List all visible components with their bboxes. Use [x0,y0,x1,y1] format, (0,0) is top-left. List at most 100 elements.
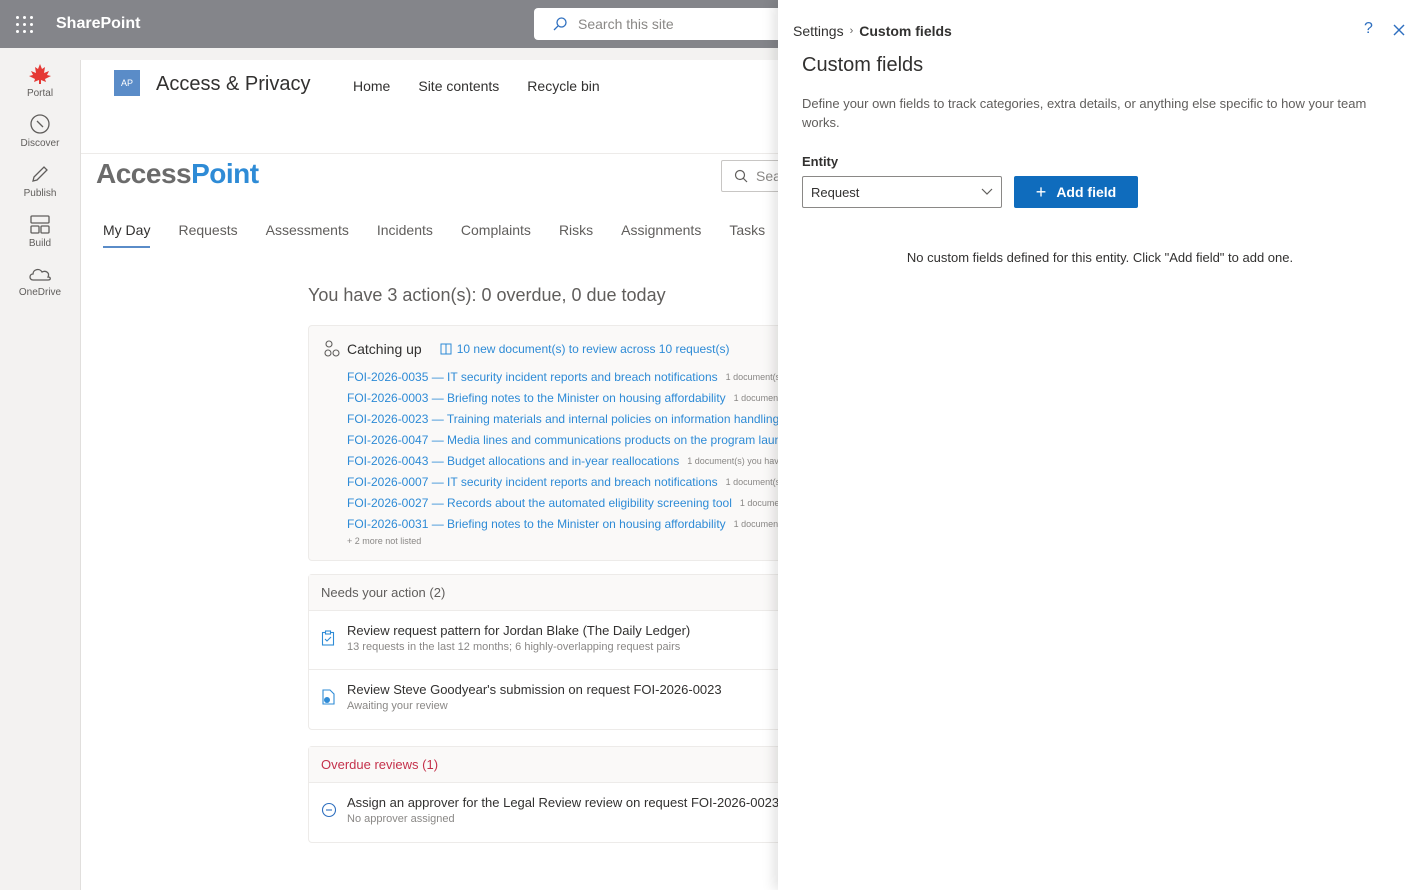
overdue-title: Assign an approver for the Legal Review … [347,795,780,810]
list-item[interactable]: FOI-2026-0027 — Records about the automa… [347,492,787,513]
action-item[interactable]: Review Steve Goodyear's submission on re… [309,670,787,729]
overdue-reviews-card: Overdue reviews (1) Assign an approver f… [308,746,788,843]
entity-select-value: Request [811,184,860,200]
plus-icon: + [1035,181,1047,202]
catching-up-icon [324,340,340,357]
catching-up-card: Catching up 10 new document(s) to review… [308,325,788,561]
cloud-icon [29,268,51,281]
request-link[interactable]: FOI-2026-0031 — Briefing notes to the Mi… [347,517,726,531]
add-field-button[interactable]: + Add field [1014,176,1138,208]
rail-label: Discover [20,138,60,149]
document-count: 1 document(s) [725,476,784,487]
module-tabs: My Day Requests Assessments Incidents Co… [103,222,765,248]
rail-item-build[interactable]: Build [0,206,80,256]
list-item[interactable]: FOI-2026-0043 — Budget allocations and i… [347,450,787,471]
action-subtitle: Awaiting your review [347,700,448,712]
app-name[interactable]: SharePoint [56,15,140,33]
needs-action-title: Needs your action (2) [309,575,787,611]
panel-description: Define your own fields to track categori… [802,96,1367,130]
brand-part-b: Point [191,158,259,189]
settings-panel: Settings › Custom fields ? Custom fields… [778,0,1422,890]
tab-complaints[interactable]: Complaints [461,222,531,248]
document-count: 1 document(s) you have [687,455,784,466]
list-item[interactable]: FOI-2026-0031 — Briefing notes to the Mi… [347,513,787,534]
tab-my-day[interactable]: My Day [103,222,151,248]
list-item[interactable]: FOI-2026-0047 — Media lines and communic… [347,429,787,450]
tab-assignments[interactable]: Assignments [621,222,701,248]
search-placeholder: Search this site [578,16,674,32]
request-link[interactable]: FOI-2026-0047 — Media lines and communic… [347,433,787,447]
overdue-item[interactable]: Assign an approver for the Legal Review … [309,783,787,842]
tab-tasks[interactable]: Tasks [729,222,765,248]
request-link[interactable]: FOI-2026-0003 — Briefing notes to the Mi… [347,391,726,405]
request-link[interactable]: FOI-2026-0007 — IT security incident rep… [347,475,718,489]
chevron-down-icon [981,188,993,195]
build-icon [30,215,50,234]
tab-requests[interactable]: Requests [178,222,237,248]
document-count: 1 document(s) [725,371,784,382]
site-page: AP Access & Privacy Home Site contents R… [80,60,791,890]
myday-headline: You have 3 action(s): 0 overdue, 0 due t… [308,285,666,305]
site-name[interactable]: Access & Privacy [156,73,310,96]
add-field-label: Add field [1056,184,1117,200]
request-link[interactable]: FOI-2026-0043 — Budget allocations and i… [347,454,679,468]
minus-circle-icon [321,802,337,818]
list-item[interactable]: FOI-2026-0035 — IT security incident rep… [347,366,787,387]
breadcrumb: Settings › Custom fields [793,23,952,39]
breadcrumb-current: Custom fields [859,23,952,39]
search-icon [734,169,748,183]
rail-item-publish[interactable]: Publish [0,156,80,206]
catching-up-label: Catching up [347,341,422,357]
panel-title: Custom fields [802,54,924,76]
request-link[interactable]: FOI-2026-0023 — Training materials and i… [347,412,779,426]
tab-incidents[interactable]: Incidents [377,222,433,248]
list-item[interactable]: FOI-2026-0003 — Briefing notes to the Mi… [347,387,787,408]
site-logo[interactable]: AP [114,70,140,96]
tab-assessments[interactable]: Assessments [266,222,349,248]
tab-risks[interactable]: Risks [559,222,593,248]
catching-up-summary: 10 new document(s) to review across 10 r… [456,342,730,356]
book-icon [440,343,452,355]
request-link[interactable]: FOI-2026-0027 — Records about the automa… [347,496,732,510]
catching-up-summary-link[interactable]: 10 new document(s) to review across 10 r… [440,342,730,356]
clipboard-icon [321,630,335,646]
needs-action-card: Needs your action (2) Review request pat… [308,574,788,730]
rail-label: Portal [26,88,54,99]
breadcrumb-separator: › [849,25,854,37]
rail-label: Build [28,238,52,249]
entity-select[interactable]: Request [802,176,1002,208]
app-launcher-icon[interactable] [0,0,48,48]
close-icon[interactable] [1392,23,1406,37]
compass-icon [30,114,50,134]
entity-label: Entity [802,154,839,169]
breadcrumb-settings[interactable]: Settings [793,23,844,39]
action-subtitle: 13 requests in the last 12 months; 6 hig… [347,641,681,653]
nav-recycle-bin[interactable]: Recycle bin [527,78,599,94]
rail-item-discover[interactable]: Discover [0,106,80,156]
action-item[interactable]: Review request pattern for Jordan Blake … [309,611,787,670]
empty-state-message: No custom fields defined for this entity… [906,250,1294,265]
site-nav: Home Site contents Recycle bin [353,78,600,94]
nav-site-contents[interactable]: Site contents [418,78,499,94]
catching-up-list: FOI-2026-0035 — IT security incident rep… [347,366,787,547]
brand-part-a: Access [96,158,192,189]
list-item[interactable]: FOI-2026-0007 — IT security incident rep… [347,471,787,492]
rail-item-portal[interactable]: Portal [0,56,80,106]
help-icon[interactable]: ? [1364,20,1373,38]
list-item[interactable]: FOI-2026-0023 — Training materials and i… [347,408,787,429]
search-icon [553,17,567,31]
more-not-listed: + 2 more not listed [347,536,422,546]
pen-icon [32,166,48,182]
rail-label: Publish [23,188,57,199]
document-check-icon [322,689,335,705]
overdue-subtitle: No approver assigned [347,813,455,825]
request-link[interactable]: FOI-2026-0035 — IT security incident rep… [347,370,718,384]
nav-home[interactable]: Home [353,78,390,94]
brand-logo: AccessPoint [96,158,259,190]
action-title: Review request pattern for Jordan Blake … [347,623,691,638]
app-rail: Portal Discover Publish Build OneDrive [0,48,80,890]
rail-item-onedrive[interactable]: OneDrive [0,256,80,306]
maple-leaf-icon [29,64,51,84]
rail-label: OneDrive [18,287,62,298]
site-header: AP Access & Privacy Home Site contents R… [81,60,780,154]
